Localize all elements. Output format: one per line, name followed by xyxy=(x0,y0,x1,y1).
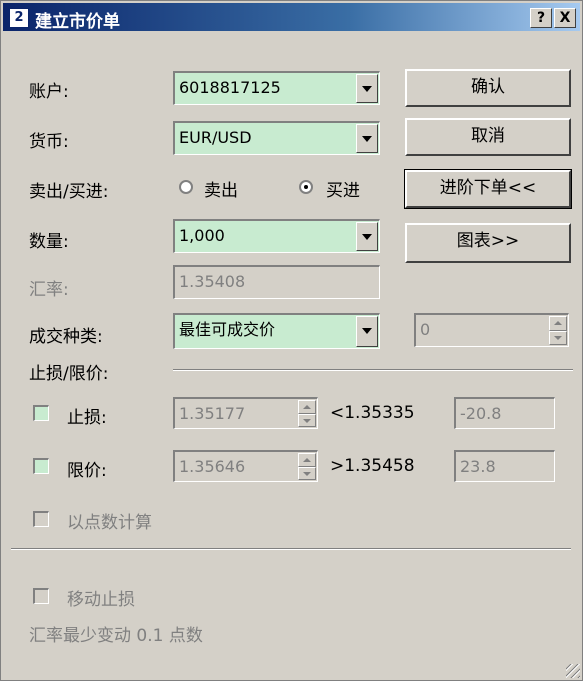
points-calc-label: 以点数计算 xyxy=(67,513,152,533)
help-button[interactable]: ? xyxy=(530,8,552,28)
stop-pips-value: -20.8 xyxy=(460,404,502,423)
spinner-icon xyxy=(298,400,316,427)
stop-limit-label: 止损/限价: xyxy=(29,364,109,384)
close-button[interactable]: X xyxy=(554,8,576,28)
rate-label: 汇率: xyxy=(29,280,69,300)
stop-checkbox[interactable] xyxy=(33,405,49,421)
resize-grip-icon[interactable] xyxy=(566,664,580,678)
buy-radio[interactable] xyxy=(299,180,313,194)
quantity-combobox[interactable]: 1,000 xyxy=(173,219,380,253)
currency-select[interactable]: EUR/USD xyxy=(173,121,380,155)
stop-label: 止损: xyxy=(67,408,107,428)
account-label: 账户: xyxy=(29,82,69,102)
limit-pips-value: 23.8 xyxy=(460,457,496,476)
currency-label: 货币: xyxy=(29,132,69,152)
window-title: 建立市价单 xyxy=(35,12,120,32)
limit-condition: >1.35458 xyxy=(330,456,415,476)
chevron-down-icon[interactable] xyxy=(356,124,378,153)
quantity-label: 数量: xyxy=(29,232,69,252)
direction-label: 卖出/买进: xyxy=(29,182,109,202)
order-type-label: 成交种类: xyxy=(29,327,103,347)
stop-rate-stepper: 1.35177 xyxy=(173,397,318,429)
order-type-value: 最佳可成交价 xyxy=(179,320,276,339)
points-calc-checkbox xyxy=(33,511,49,527)
chevron-down-icon[interactable] xyxy=(356,316,378,347)
section-divider xyxy=(11,548,571,550)
stop-condition: <1.35335 xyxy=(330,403,415,423)
app-icon: 2 xyxy=(9,8,29,28)
order-type-select[interactable]: 最佳可成交价 xyxy=(173,313,380,349)
chevron-down-icon[interactable] xyxy=(356,222,378,251)
chevron-down-icon[interactable] xyxy=(356,74,378,103)
quantity-value: 1,000 xyxy=(179,226,225,245)
cancel-button[interactable]: 取消 xyxy=(405,118,571,156)
min-move-text: 汇率最少变动 0.1 点数 xyxy=(29,626,203,646)
ok-button[interactable]: 确认 xyxy=(405,69,571,107)
stop-limit-divider xyxy=(173,369,573,371)
rate-field: 1.35408 xyxy=(173,265,380,299)
rate-value: 1.35408 xyxy=(179,272,246,291)
limit-pips-field: 23.8 xyxy=(454,450,555,482)
limit-rate-value: 1.35646 xyxy=(179,457,246,476)
chart-button[interactable]: 图表>> xyxy=(405,223,571,263)
sell-label: 卖出 xyxy=(204,181,238,201)
currency-value: EUR/USD xyxy=(179,128,252,147)
market-order-dialog: 2 建立市价单 ? X 账户: 6018817125 货币: EUR/USD 卖… xyxy=(0,0,583,681)
account-select[interactable]: 6018817125 xyxy=(173,71,380,105)
slippage-value: 0 xyxy=(420,320,431,339)
spinner-icon xyxy=(549,316,567,345)
stop-rate-value: 1.35177 xyxy=(179,404,246,423)
trailing-stop-label: 移动止损 xyxy=(67,590,135,610)
limit-label: 限价: xyxy=(67,461,107,481)
stop-pips-field: -20.8 xyxy=(454,397,555,429)
limit-rate-stepper: 1.35646 xyxy=(173,450,318,482)
limit-checkbox[interactable] xyxy=(33,458,49,474)
spinner-icon xyxy=(298,453,316,480)
account-value: 6018817125 xyxy=(179,78,281,97)
trailing-stop-checkbox xyxy=(33,588,49,604)
sell-radio[interactable] xyxy=(179,180,193,194)
buy-label: 买进 xyxy=(326,181,360,201)
slippage-stepper: 0 xyxy=(414,313,569,347)
title-bar[interactable]: 2 建立市价单 ? X xyxy=(3,3,580,32)
advanced-order-button[interactable]: 进阶下单<< xyxy=(404,169,572,209)
